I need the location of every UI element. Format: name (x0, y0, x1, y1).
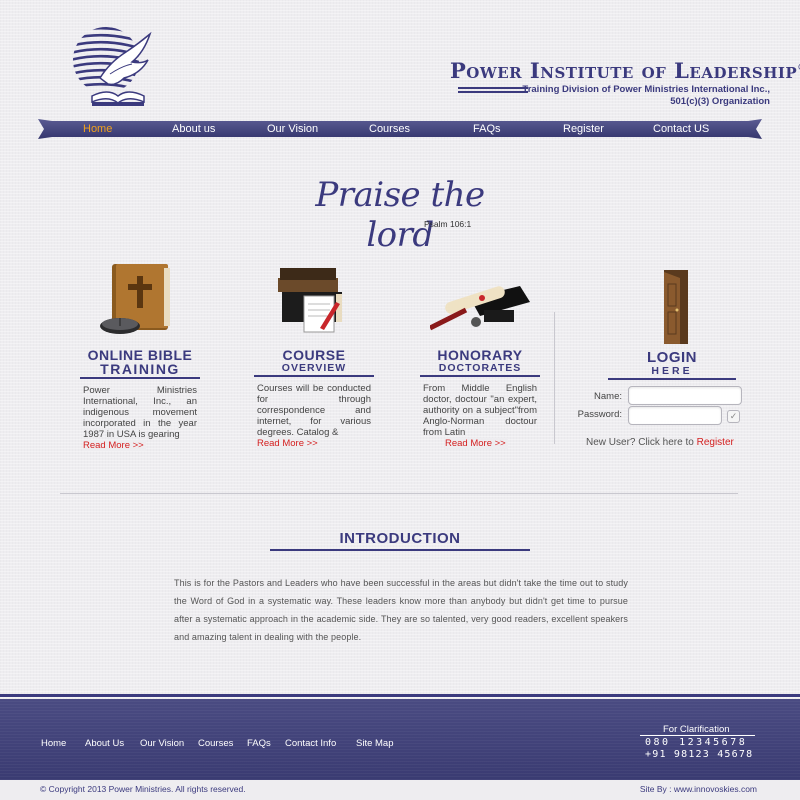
intro-underline (270, 549, 530, 551)
login-submit-button[interactable]: ✓ (727, 410, 740, 423)
intro-heading: INTRODUCTION (339, 530, 461, 547)
brand-block: Power Institute of Leadership® Training … (450, 58, 800, 107)
books-and-notepad-icon[interactable] (264, 258, 364, 338)
nav-our-vision[interactable]: Our Vision (267, 123, 318, 135)
name-input[interactable] (628, 386, 742, 405)
register-link[interactable]: Register (697, 437, 734, 448)
phone-number-2: +91 98123 45678 (645, 749, 754, 760)
feature-course-overview: COURSE OVERVIEW Courses will be conducte… (254, 258, 374, 449)
nav-about-us[interactable]: About us (172, 123, 215, 135)
login-subtitle: HERE (651, 365, 693, 377)
nav-courses[interactable]: Courses (369, 123, 410, 135)
phone-number-1: 080 12345678 (645, 737, 748, 748)
intro-paragraph: This is for the Pastors and Leaders who … (174, 578, 628, 642)
graduation-cap-diploma-icon[interactable] (428, 258, 530, 338)
feature-title: COURSE (282, 347, 346, 363)
footer-link-courses[interactable]: Courses (198, 738, 233, 749)
main-nav: Home About us Our Vision Courses FAQs Re… (38, 118, 762, 140)
nav-home[interactable]: Home (83, 123, 112, 135)
read-more-link[interactable]: Read More >> (83, 440, 146, 451)
hero-script-heading: Praise the lord (315, 175, 485, 255)
login-underline (608, 378, 736, 380)
footer-link-contact-info[interactable]: Contact Info (285, 738, 336, 749)
bottom-bar: © Copyright 2013 Power Ministries. All r… (0, 780, 800, 800)
feature-title: HONORARY (437, 347, 523, 363)
footer-link-faqs[interactable]: FAQs (247, 738, 271, 749)
name-label: Name: (594, 391, 622, 402)
nav-register[interactable]: Register (563, 123, 604, 135)
hero-scripture-reference: Psalm 106:1 (424, 219, 472, 229)
clarification-title: For Clarification (663, 724, 730, 735)
feature-subtitle: OVERVIEW (281, 362, 347, 374)
login-heading: LOGIN HERE (608, 350, 736, 380)
footer-top-border (0, 694, 800, 697)
feature-honorary-doctorates: HONORARY DOCTORATES From Middle English … (420, 258, 540, 449)
nav-contact-us[interactable]: Contact US (653, 123, 709, 135)
clarification-underline (640, 735, 755, 736)
footer-link-site-map[interactable]: Site Map (356, 738, 394, 749)
feature-title: ONLINE BIBLE (87, 347, 193, 363)
copyright-text: © Copyright 2013 Power Ministries. All r… (40, 784, 246, 794)
site-by-credit[interactable]: Site By : www.innovoskies.com (640, 784, 757, 794)
feature-underline (80, 377, 200, 379)
dove-over-bible-logo[interactable] (70, 22, 155, 110)
password-label: Password: (577, 409, 622, 420)
read-more-link[interactable]: Read More >> (257, 438, 320, 449)
feature-underline (420, 375, 540, 377)
footer: Home About Us Our Vision Courses FAQs Co… (0, 699, 800, 780)
new-user-prompt: New User? Click here to Register (586, 437, 734, 448)
footer-link-our-vision[interactable]: Our Vision (140, 738, 184, 749)
footer-link-home[interactable]: Home (41, 738, 66, 749)
bible-with-mouse-icon[interactable] (90, 258, 190, 338)
read-more-link[interactable]: Read More >> (445, 438, 508, 449)
header: Power Institute of Leadership® Training … (0, 0, 800, 115)
nav-faqs[interactable]: FAQs (473, 123, 501, 135)
vertical-divider (554, 312, 555, 444)
section-divider (60, 493, 738, 494)
footer-link-about-us[interactable]: About Us (85, 738, 124, 749)
login-title: LOGIN (647, 349, 697, 366)
feature-underline (254, 375, 374, 377)
feature-subtitle: DOCTORATES (438, 362, 522, 374)
brand-subtitle-line2: 501(c)(3) Organization (670, 96, 770, 107)
feature-online-bible-training: ONLINE BIBLE TRAINING Power Ministries I… (80, 258, 200, 451)
feature-subtitle: TRAINING (100, 361, 180, 377)
password-input[interactable] (628, 406, 722, 425)
brand-title[interactable]: Power Institute of Leadership® (450, 58, 800, 83)
brand-underline-decoration (458, 87, 528, 95)
open-door-icon (660, 266, 690, 346)
